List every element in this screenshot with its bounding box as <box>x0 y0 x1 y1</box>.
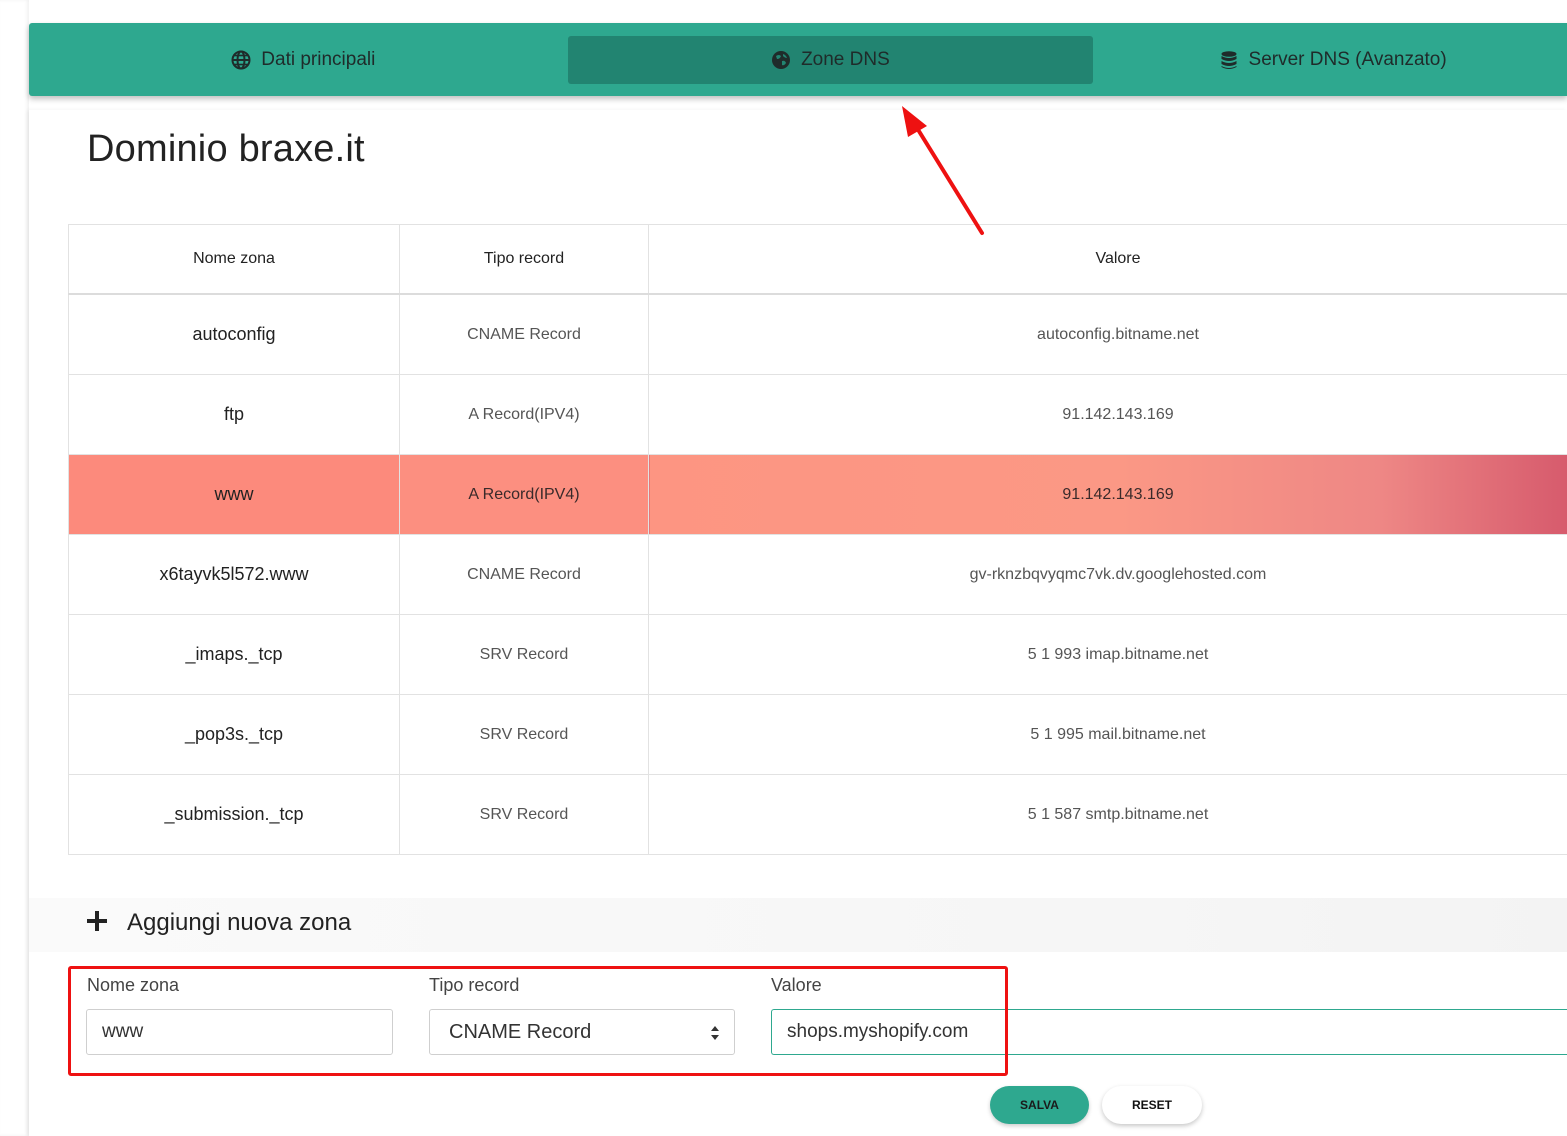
table-row[interactable]: _submission._tcp SRV Record 5 1 587 smtp… <box>68 774 1567 855</box>
record-value-label: Valore <box>771 975 822 995</box>
cell-record-value: 5 1 995 mail.bitname.net <box>648 694 1567 775</box>
cell-record-type: A Record(IPV4) <box>399 454 649 535</box>
save-button[interactable]: SALVA <box>990 1086 1089 1124</box>
tab-zone-dns-label: Zone DNS <box>801 48 890 70</box>
cell-record-type: A Record(IPV4) <box>399 374 649 455</box>
tab-zone-dns[interactable]: Zone DNS <box>567 35 1094 84</box>
page: Dati principali Zone DNS Server DNS (Ava… <box>0 0 1567 1136</box>
cell-record-value: autoconfig.bitname.net <box>648 293 1567 375</box>
table-row[interactable]: autoconfig CNAME Record autoconfig.bitna… <box>68 293 1567 375</box>
table-row[interactable]: x6tayvk5l572.www CNAME Record gv-rknzbqv… <box>68 534 1567 615</box>
column-header-valore: Valore <box>648 224 1567 295</box>
cell-record-value: 91.142.143.169 <box>648 454 1567 535</box>
tab-server-dns-label: Server DNS (Avanzato) <box>1248 48 1447 70</box>
database-icon <box>1219 50 1239 70</box>
tab-server-dns[interactable]: Server DNS (Avanzato) <box>1098 36 1567 84</box>
cell-zone-name: _imaps._tcp <box>68 614 400 695</box>
record-type-label: Tipo record <box>429 975 520 995</box>
tab-dati-principali[interactable]: Dati principali <box>39 36 568 84</box>
globe-americas-icon <box>771 50 791 70</box>
cell-record-type: SRV Record <box>399 694 649 775</box>
cell-record-type: SRV Record <box>399 774 649 855</box>
column-header-tipo-record: Tipo record <box>399 224 649 295</box>
add-zone-toggle[interactable]: Aggiungi nuova zona <box>29 898 1567 952</box>
record-value-input[interactable]: shops.myshopify.com <box>771 1009 1567 1055</box>
cell-record-value: gv-rknzbqvyqmc7vk.dv.googlehosted.com <box>648 534 1567 615</box>
cell-record-type: CNAME Record <box>399 534 649 615</box>
record-type-select[interactable]: CNAME Record <box>429 1009 735 1055</box>
table-row[interactable]: _pop3s._tcp SRV Record 5 1 995 mail.bitn… <box>68 694 1567 775</box>
reset-button[interactable]: RESET <box>1102 1086 1202 1124</box>
cell-zone-name: www <box>68 454 400 535</box>
table-header-row: Nome zona Tipo record Valore <box>68 224 1567 295</box>
cell-zone-name: _submission._tcp <box>68 774 400 855</box>
cell-record-type: CNAME Record <box>399 293 649 375</box>
page-title-domain: braxe.it <box>238 128 365 170</box>
tab-bar: Dati principali Zone DNS Server DNS (Ava… <box>29 23 1567 96</box>
table-row-highlighted[interactable]: www A Record(IPV4) 91.142.143.169 <box>68 454 1567 535</box>
cell-record-type: SRV Record <box>399 614 649 695</box>
add-zone-label: Aggiungi nuova zona <box>127 909 352 936</box>
zone-name-input[interactable]: www <box>86 1009 393 1055</box>
table-row[interactable]: _imaps._tcp SRV Record 5 1 993 imap.bitn… <box>68 614 1567 695</box>
table-row[interactable]: ftp A Record(IPV4) 91.142.143.169 <box>68 374 1567 455</box>
cell-zone-name: ftp <box>68 374 400 455</box>
plus-icon <box>86 910 108 932</box>
dns-zones-table: Nome zona Tipo record Valore autoconfig … <box>68 224 1567 855</box>
zone-name-label: Nome zona <box>87 975 180 995</box>
tab-dati-principali-label: Dati principali <box>261 48 376 70</box>
cell-zone-name: _pop3s._tcp <box>68 694 400 775</box>
sort-caret-icon <box>709 1024 721 1042</box>
cell-record-value: 91.142.143.169 <box>648 374 1567 455</box>
page-title-prefix: Dominio <box>87 128 228 170</box>
record-type-selected: CNAME Record <box>449 1020 592 1043</box>
cell-zone-name: x6tayvk5l572.www <box>68 534 400 615</box>
page-title: Dominio braxe.it <box>87 128 365 171</box>
cell-record-value: 5 1 993 imap.bitname.net <box>648 614 1567 695</box>
cell-record-value: 5 1 587 smtp.bitname.net <box>648 774 1567 855</box>
cell-zone-name: autoconfig <box>68 293 400 375</box>
column-header-nome-zona: Nome zona <box>68 224 400 295</box>
globe-icon <box>231 50 251 70</box>
left-gutter <box>0 0 29 1136</box>
